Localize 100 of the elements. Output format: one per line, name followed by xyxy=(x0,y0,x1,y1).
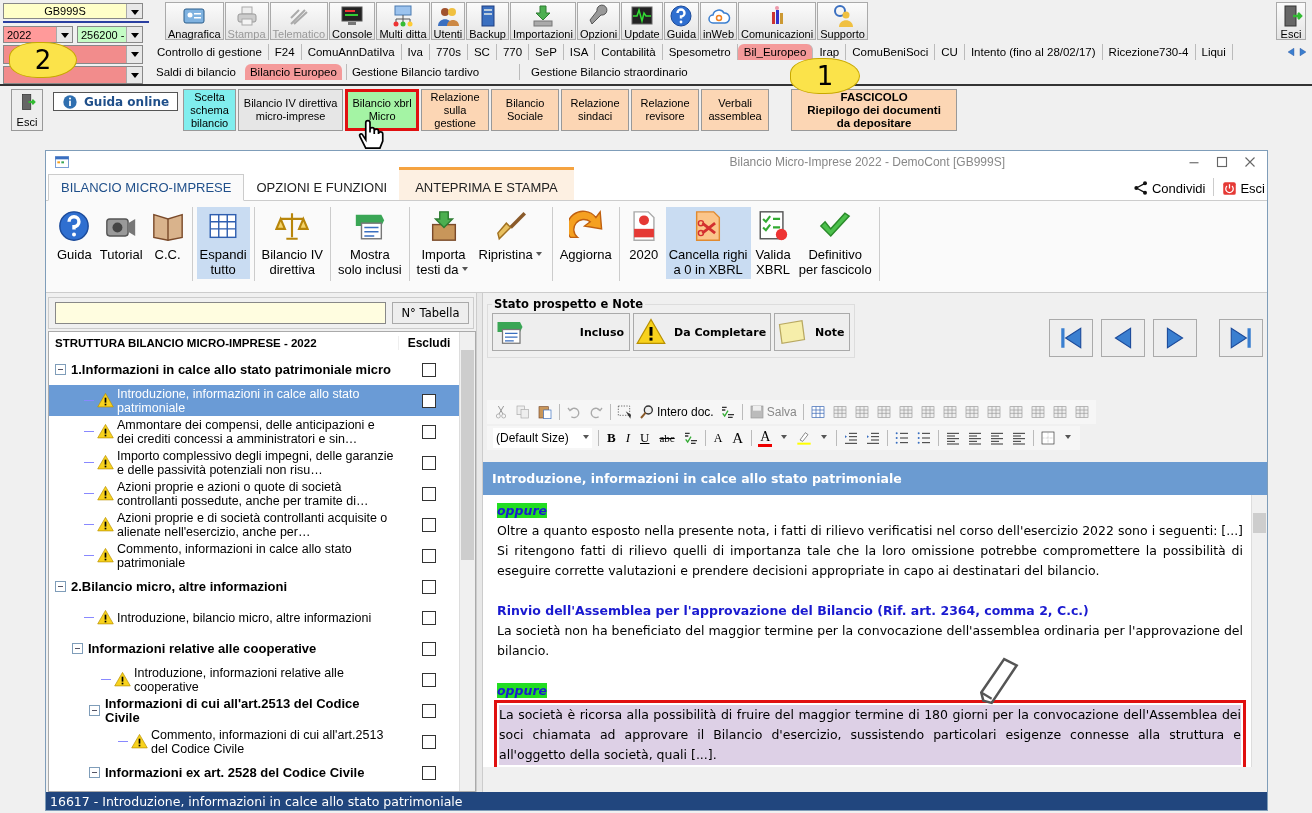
toolbar-button[interactable]: Opzioni xyxy=(576,2,621,40)
tree-group-label[interactable]: Informazioni relative alle cooperative xyxy=(88,641,317,656)
sub-tab[interactable]: Gestione Bilancio straordinario xyxy=(526,64,693,80)
module-tab[interactable]: ComuBeniSoci xyxy=(846,44,936,60)
sub-tab[interactable]: Bilancio Europeo xyxy=(244,64,342,80)
status-button[interactable]: Da Completare xyxy=(633,313,771,351)
tree-group-label[interactable]: Informazioni ex art. 2528 del Codice Civile xyxy=(105,765,365,780)
module-tab[interactable]: SC xyxy=(467,44,497,60)
module-tab[interactable]: Ricezione730-4 xyxy=(1102,44,1196,60)
module-tab[interactable]: Intento (fino al 28/02/17) xyxy=(964,44,1103,60)
ribbon-button[interactable]: Ripristina xyxy=(475,207,548,279)
ribbon-button[interactable]: Mostra solo inclusi xyxy=(335,207,405,279)
align-icon[interactable] xyxy=(945,430,962,446)
tree-item-label[interactable]: Azioni proprie e azioni o quote di società controllanti possedute, anche per tramite di… xyxy=(117,479,394,508)
scrollbar[interactable] xyxy=(459,332,475,791)
exclude-checkbox[interactable] xyxy=(422,362,436,377)
module-tab[interactable]: Spesometro xyxy=(662,44,738,60)
module-button[interactable]: Bilancio Sociale xyxy=(491,89,560,131)
module-tab[interactable]: 770s xyxy=(429,44,468,60)
previous-button[interactable] xyxy=(1101,319,1145,357)
exclude-checkbox[interactable] xyxy=(422,703,436,718)
collapse-toggle[interactable] xyxy=(89,767,100,778)
company-dropdown[interactable]: GB999S xyxy=(3,3,143,20)
exit-button[interactable]: Esci xyxy=(11,89,43,131)
toolbar-button[interactable]: Anagrafica xyxy=(165,2,224,40)
toolbar-button[interactable]: Utenti xyxy=(430,2,466,40)
list-icon[interactable] xyxy=(916,430,933,446)
toolbar-button[interactable]: Supporto xyxy=(817,2,868,40)
ribbon-button[interactable]: 2020 xyxy=(623,207,664,279)
year-dropdown[interactable]: 2022 xyxy=(3,26,73,44)
tree-item-label[interactable]: Azioni proprie e di società controllanti acquisite o alienate nell'esercizio, anche per… xyxy=(117,510,394,539)
previous-arrow-icon[interactable] xyxy=(1286,47,1296,57)
collapse-toggle[interactable] xyxy=(72,643,83,654)
toolbar-button[interactable]: Multi ditta xyxy=(376,2,430,40)
font-size-button[interactable]: A xyxy=(711,430,725,446)
spellcheck-icon[interactable] xyxy=(682,430,699,446)
exclude-checkbox[interactable] xyxy=(422,424,436,439)
ribbon-tab[interactable]: ANTEPRIMA E STAMPA xyxy=(399,167,574,200)
module-tab[interactable]: CU xyxy=(935,44,965,60)
collapse-toggle[interactable] xyxy=(89,705,100,716)
align-icon[interactable] xyxy=(967,430,984,446)
ribbon-button[interactable]: Tutorial xyxy=(96,207,146,279)
module-tab[interactable]: Bil_Europeo xyxy=(737,44,814,60)
tree-group-label[interactable]: 1.Informazioni in calce allo stato patrimoniale micro xyxy=(71,362,392,377)
exclude-checkbox[interactable] xyxy=(422,734,436,749)
table-icon[interactable] xyxy=(809,404,826,420)
list-icon[interactable] xyxy=(894,430,911,446)
module-tab[interactable]: 770 xyxy=(496,44,530,60)
toolbar-button[interactable]: Update xyxy=(621,2,663,40)
module-tab[interactable]: SeP xyxy=(529,44,564,60)
ribbon-tab[interactable]: BILANCIO MICRO-IMPRESE xyxy=(48,174,245,201)
scrollbar[interactable] xyxy=(1251,495,1267,767)
ribbon-button[interactable]: Importa testi da xyxy=(413,207,474,279)
tree-item-label[interactable]: Commento, informazioni in calce allo stato patrimoniale xyxy=(117,541,394,570)
ribbon-button[interactable]: Aggiorna xyxy=(556,207,615,279)
toolbar-button[interactable]: Importazioni xyxy=(510,2,576,40)
find-button[interactable]: Intero doc. xyxy=(639,404,714,420)
font-size-dropdown[interactable]: (Default Size) xyxy=(493,428,592,448)
module-tab[interactable]: ISA xyxy=(563,44,596,60)
format-button[interactable]: abc xyxy=(657,432,677,444)
paste-icon[interactable] xyxy=(537,404,553,420)
online-guide-button[interactable]: Guida online xyxy=(53,92,179,111)
exit-button[interactable]: Esci xyxy=(1276,2,1306,40)
format-button[interactable]: I xyxy=(623,430,632,446)
ribbon-button[interactable]: Bilancio IV direttiva xyxy=(258,207,326,279)
status-button[interactable]: Incluso xyxy=(492,313,630,351)
font-size-button[interactable]: A xyxy=(730,429,746,447)
exclude-checkbox[interactable] xyxy=(422,393,436,408)
align-icon[interactable] xyxy=(989,430,1006,446)
exit-button[interactable]: Esci xyxy=(1220,181,1267,200)
format-button[interactable]: B xyxy=(605,430,618,446)
tree-group-label[interactable]: Informazioni di cui all'art.2513 del Codice Civile xyxy=(105,696,394,725)
module-button[interactable]: Relazione sulla gestione xyxy=(421,89,490,131)
exclude-checkbox[interactable] xyxy=(422,455,436,470)
toolbar-button[interactable]: Backup xyxy=(466,2,509,40)
ribbon-tab[interactable]: OPZIONI E FUNZIONI xyxy=(244,175,400,200)
exclude-checkbox[interactable] xyxy=(422,765,436,780)
ribbon-button[interactable]: Guida xyxy=(54,207,95,279)
ribbon-button[interactable]: C.C. xyxy=(147,207,188,279)
exclude-checkbox[interactable] xyxy=(422,486,436,501)
status-button[interactable]: Note xyxy=(774,313,850,351)
collapse-toggle[interactable] xyxy=(55,581,66,592)
toolbar-button[interactable]: Guida xyxy=(663,2,700,40)
sub-tab[interactable]: Saldi di bilancio xyxy=(151,64,241,80)
format-button[interactable]: U xyxy=(638,430,652,446)
module-button[interactable]: Bilancio IV direttiva micro-imprese xyxy=(238,89,344,131)
tree-item-label[interactable]: Importo complessivo degli impegni, delle garanzie e delle passività potenziali non risu… xyxy=(117,448,394,477)
last-button[interactable] xyxy=(1219,319,1263,357)
toolbar-button[interactable]: Console xyxy=(329,2,376,40)
highlighter-icon[interactable] xyxy=(796,430,813,446)
ribbon-button[interactable]: Espandi tutto xyxy=(196,207,250,279)
font-color-button[interactable]: A xyxy=(758,429,773,447)
exclude-checkbox[interactable] xyxy=(422,672,436,687)
module-tab[interactable]: Iva xyxy=(401,44,430,60)
module-button[interactable]: Relazione sindaci xyxy=(561,89,630,131)
indent-icon[interactable] xyxy=(843,430,860,446)
module-tab[interactable]: Controllo di gestione xyxy=(151,44,269,60)
tree-item-label[interactable]: Ammontare dei compensi, delle anticipazioni e dei crediti concessi a amministratori e sin… xyxy=(117,417,394,446)
next-button[interactable] xyxy=(1153,319,1197,357)
align-icon[interactable] xyxy=(1011,430,1028,446)
